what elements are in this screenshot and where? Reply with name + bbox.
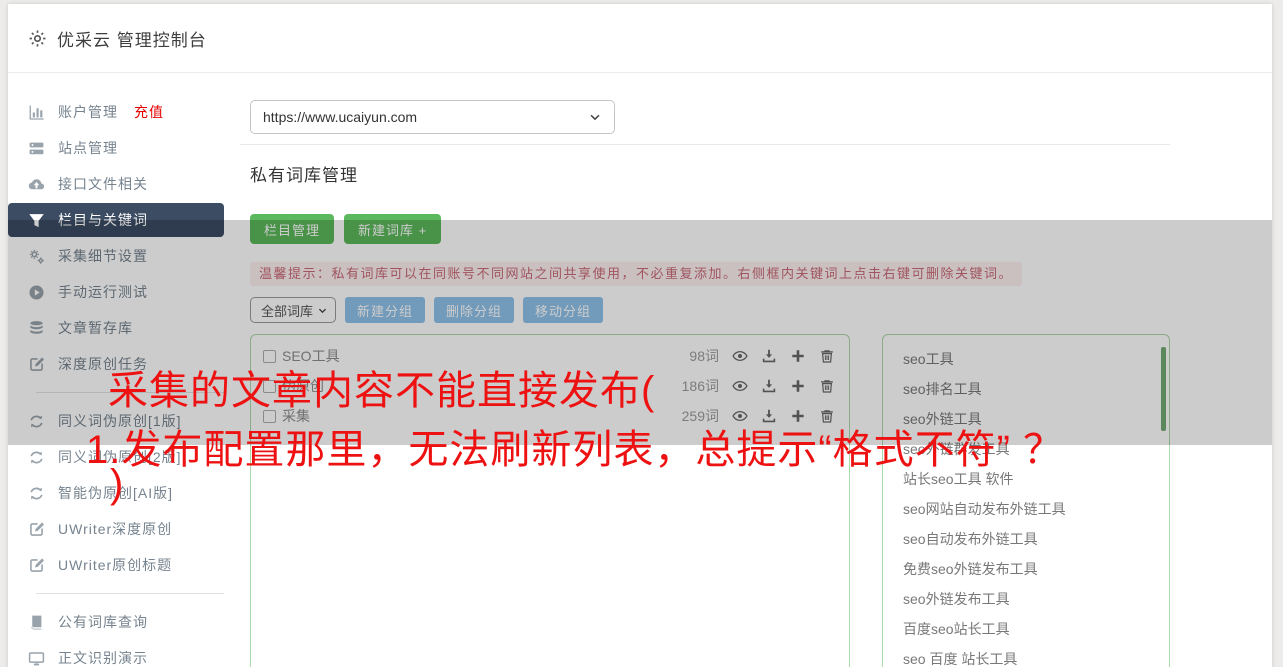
keyword-item[interactable]: seo外链发布工具 — [883, 584, 1169, 614]
refresh-icon — [28, 485, 45, 502]
server-icon — [28, 140, 45, 157]
site-selector[interactable]: https://www.ucaiyun.com — [250, 100, 615, 134]
sidebar-item[interactable]: 接口文件相关 — [8, 166, 224, 202]
annotation-line-1: 采集的文章内容不能直接发布( — [108, 369, 656, 413]
gear-icon — [28, 29, 47, 48]
sidebar-item[interactable]: UWriter原创标题 — [8, 547, 224, 583]
book-icon — [28, 614, 45, 631]
sidebar-item-label: UWriter原创标题 — [58, 557, 173, 573]
sidebar-item-label: 站点管理 — [58, 140, 118, 156]
keyword-item[interactable]: 免费seo外链发布工具 — [883, 554, 1169, 584]
sidebar-item[interactable]: 账户管理 充值 — [8, 94, 224, 130]
sidebar-item-label: 接口文件相关 — [58, 176, 148, 192]
monitor-icon — [28, 650, 45, 667]
keyword-item[interactable]: 百度seo站长工具 — [883, 614, 1169, 644]
chart-bar-icon — [28, 104, 45, 121]
section-divider — [240, 144, 1170, 145]
sidebar-item[interactable]: 公有词库查询 — [8, 604, 224, 640]
sidebar-item-label: 账户管理 — [58, 104, 118, 120]
app-title: 优采云 管理控制台 — [57, 30, 207, 50]
cloud-upload-icon — [28, 176, 45, 193]
site-selector-value: https://www.ucaiyun.com — [263, 109, 418, 125]
sidebar-item[interactable]: 正文识别演示 — [8, 640, 224, 667]
keyword-item[interactable]: seo 百度 站长工具 — [883, 644, 1169, 667]
sidebar-item-label: 公有词库查询 — [58, 614, 148, 630]
sidebar-item[interactable]: UWriter深度原创 — [8, 511, 224, 547]
sidebar-item-label: UWriter深度原创 — [58, 521, 173, 537]
sidebar-item[interactable]: 站点管理 — [8, 130, 224, 166]
annotation-line-2: 1.发布配置那里，无法刷新列表，总提示“格式不符” ？ — [86, 428, 1065, 472]
recharge-link[interactable]: 充值 — [134, 102, 164, 122]
edit-icon — [28, 521, 45, 538]
refresh-icon — [28, 449, 45, 466]
edit-icon — [28, 557, 45, 574]
app-header: 优采云 管理控制台 — [8, 4, 1272, 73]
annotation-line-3: ) — [110, 462, 125, 506]
chevron-down-icon — [588, 110, 602, 124]
keyword-item[interactable]: seo网站自动发布外链工具 — [883, 494, 1169, 524]
keyword-item[interactable]: seo自动发布外链工具 — [883, 524, 1169, 554]
sidebar-item-label: 正文识别演示 — [58, 650, 148, 666]
sidebar-divider — [36, 593, 224, 594]
page-title: 私有词库管理 — [250, 166, 358, 185]
